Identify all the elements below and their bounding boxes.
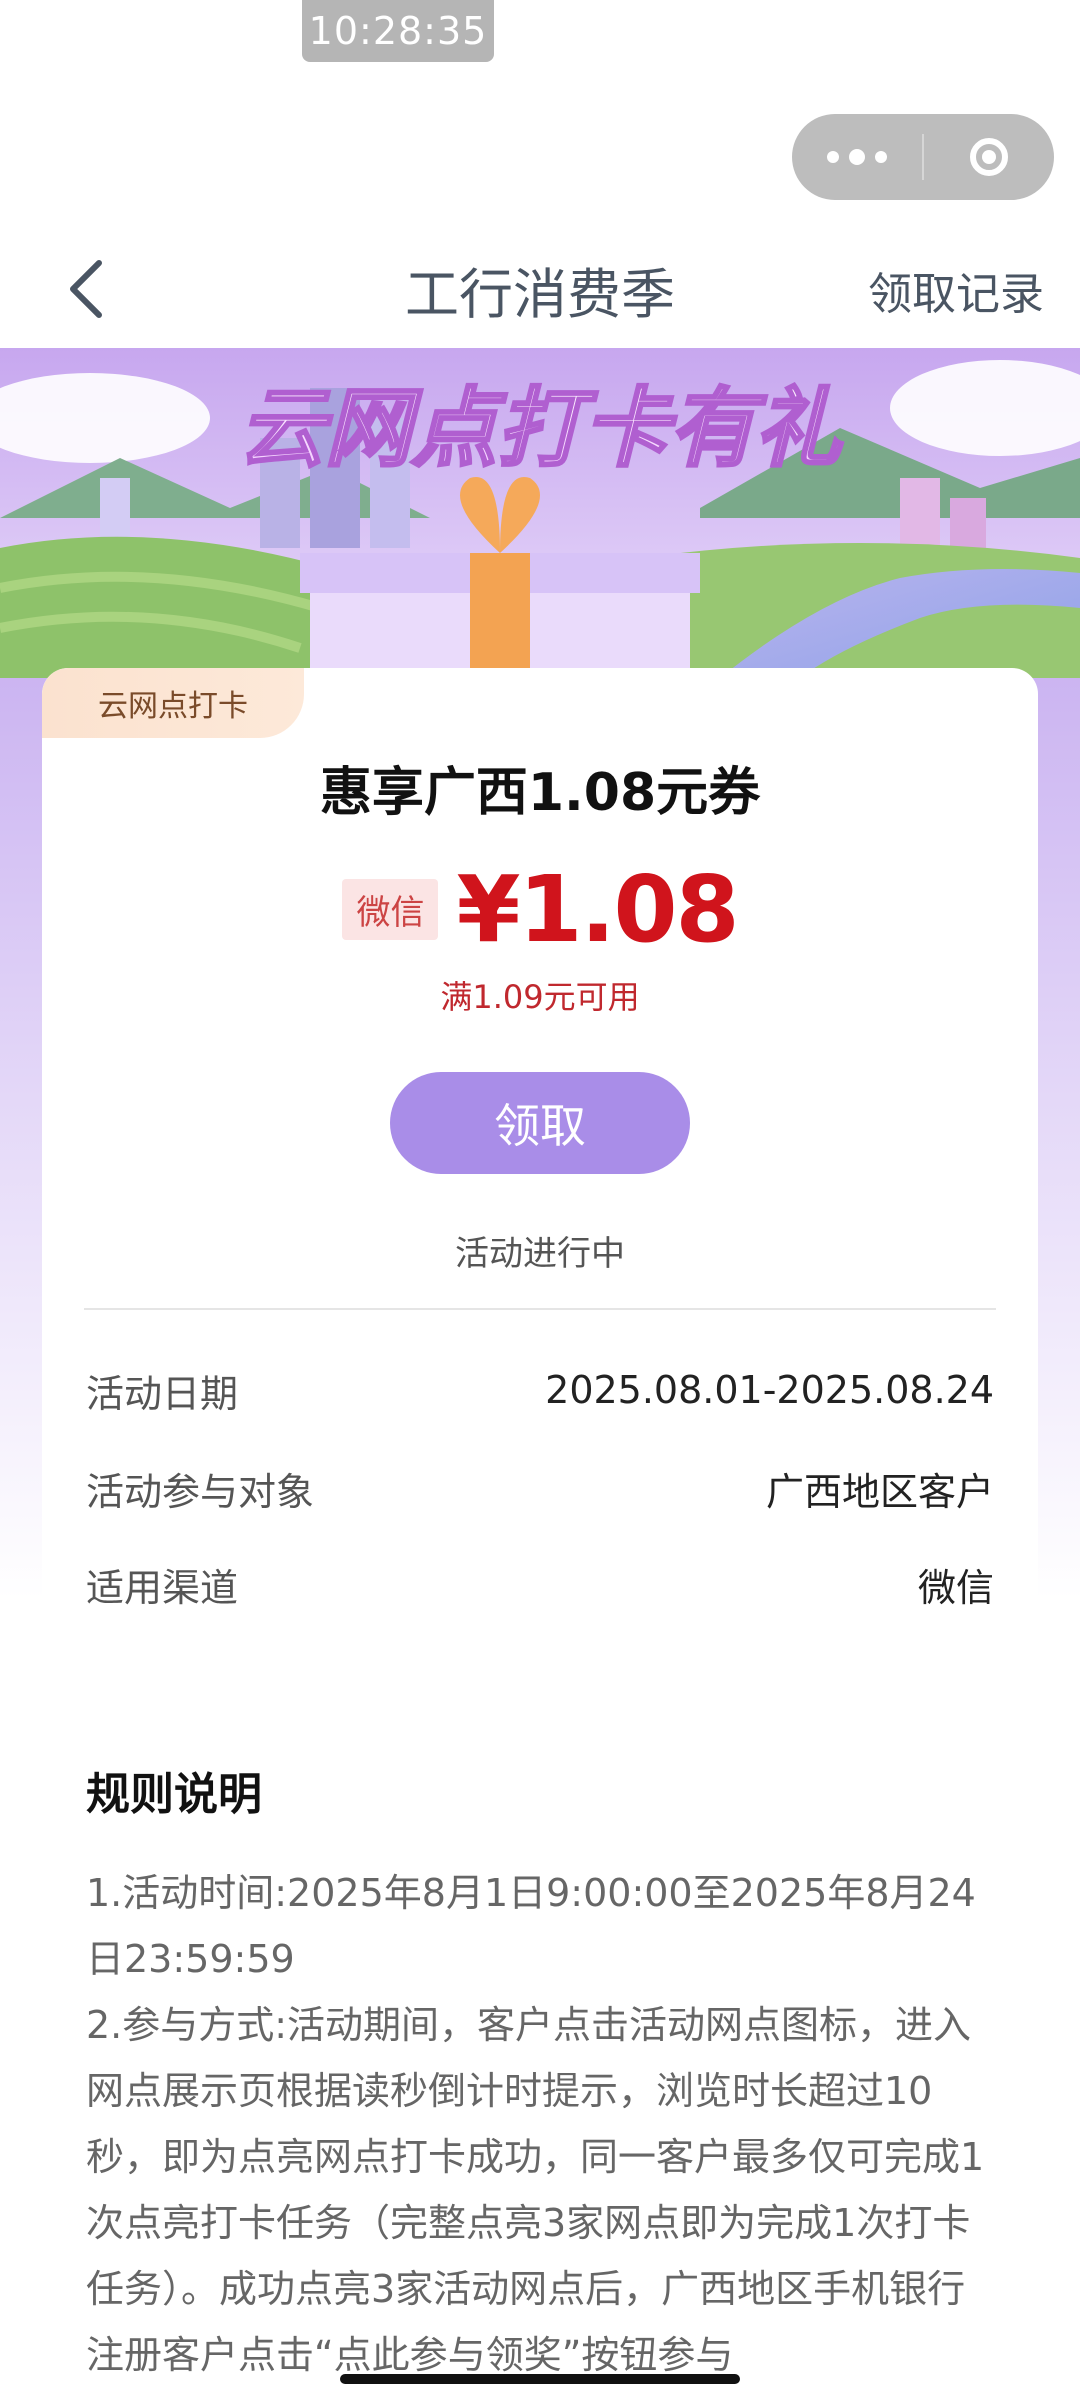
miniprogram-capsule bbox=[792, 114, 1054, 200]
info-label: 活动日期 bbox=[86, 1371, 239, 1416]
rules-paragraph: 2.参与方式:活动期间，客户点击活动网点图标，进入网点展示页根据读秒倒计时提示，… bbox=[86, 2003, 985, 2377]
promo-banner: 云网点打卡有礼 bbox=[0, 348, 1080, 678]
more-options-icon[interactable] bbox=[792, 114, 922, 200]
coupon-card: 云网点打卡 惠享广西1.08元券 微信 ¥1.08 满1.09元可用 领取 活动… bbox=[42, 668, 1038, 1618]
close-miniprogram-icon[interactable] bbox=[924, 114, 1054, 200]
price-row: 微信 ¥1.08 bbox=[42, 856, 1038, 963]
status-time: 10:28:35 bbox=[302, 0, 494, 62]
info-label: 活动参与对象 bbox=[86, 1469, 315, 1514]
rules-title: 规则说明 bbox=[86, 1769, 262, 1820]
divider bbox=[84, 1308, 996, 1310]
activity-status: 活动进行中 bbox=[455, 1234, 625, 1274]
banner-illustration: 云网点打卡有礼 bbox=[0, 348, 1080, 678]
coupon-amount: ¥1.08 bbox=[456, 856, 739, 963]
usage-condition: 满1.09元可用 bbox=[440, 978, 640, 1016]
home-indicator bbox=[340, 2374, 740, 2384]
activity-tag: 云网点打卡 bbox=[42, 668, 304, 738]
banner-headline: 云网点打卡有礼 bbox=[239, 379, 843, 479]
info-row-date: 活动日期 2025.08.01-2025.08.24 bbox=[86, 1360, 994, 1420]
navigation-bar: 工行消费季 领取记录 bbox=[0, 228, 1080, 348]
info-value: 微信 bbox=[917, 1565, 994, 1610]
coupon-title: 惠享广西1.08元券 bbox=[319, 763, 761, 823]
channel-badge: 微信 bbox=[342, 879, 439, 940]
rules-text: 1.活动时间:2025年8月1日9:00:00至2025年8月24日23:59:… bbox=[86, 1860, 998, 2388]
info-row-channel: 适用渠道 微信 bbox=[86, 1554, 994, 1614]
claim-button[interactable]: 领取 bbox=[390, 1072, 690, 1174]
claim-records-link[interactable]: 领取记录 bbox=[868, 258, 1044, 322]
info-value: 广西地区客户 bbox=[765, 1469, 994, 1514]
rules-paragraph: 1.活动时间:2025年8月1日9:00:00至2025年8月24日23:59:… bbox=[86, 1871, 976, 1981]
info-row-audience: 活动参与对象 广西地区客户 bbox=[86, 1458, 994, 1518]
info-label: 适用渠道 bbox=[86, 1565, 239, 1610]
info-value: 2025.08.01-2025.08.24 bbox=[545, 1368, 994, 1412]
